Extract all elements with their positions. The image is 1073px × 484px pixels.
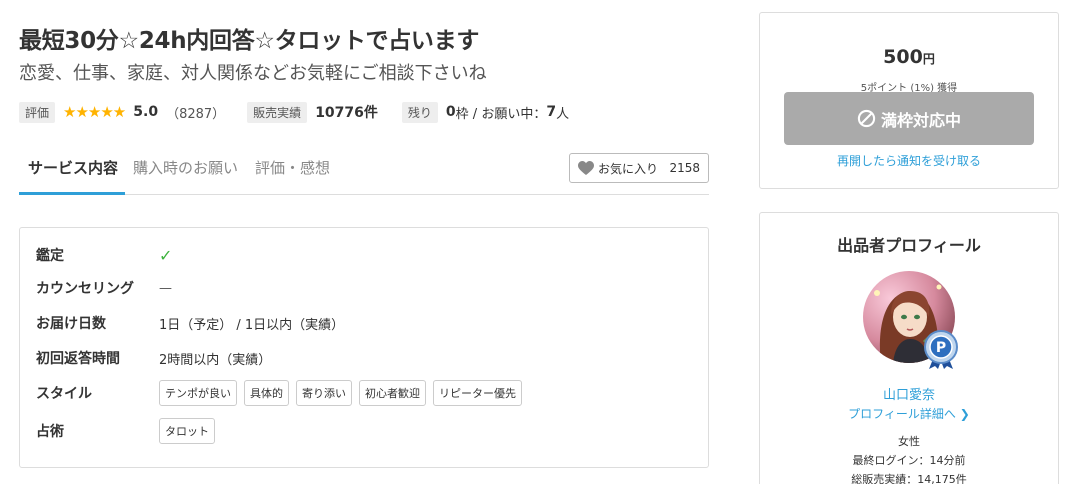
service-spec-table: 鑑定 ✓ カウンセリング — お届け日数 1日（予定） / 1日以内（実績） 初… bbox=[19, 227, 709, 468]
favorite-button[interactable]: お気に入り 2158 bbox=[569, 153, 709, 183]
review-count[interactable]: （8287） bbox=[166, 103, 225, 122]
active-tab-indicator bbox=[19, 192, 125, 195]
notify-reopen-link[interactable]: 再開したら通知を受け取る bbox=[760, 152, 1058, 169]
profile-detail-link[interactable]: プロフィール詳細へ ❯ bbox=[760, 405, 1058, 422]
spec-row-delivery: お届け日数 1日（予定） / 1日以内（実績） bbox=[36, 313, 344, 333]
heart-icon bbox=[578, 160, 594, 175]
price-value: 500 bbox=[883, 46, 923, 68]
service-meta: 評価 ★★★★★ 5.0 （8287） 販売実績 10776件 残り 0 枠 /… bbox=[19, 101, 569, 123]
seller-gender: 女性 bbox=[898, 435, 920, 448]
spec-label: 占術 bbox=[36, 424, 64, 440]
slots-unit: 枠 / お願い中： bbox=[455, 106, 547, 122]
rating-value: 5.0 bbox=[133, 104, 159, 120]
style-chip[interactable]: リピーター優先 bbox=[433, 380, 522, 406]
rating-stars-icon: ★★★★★ bbox=[63, 103, 126, 121]
method-chip[interactable]: タロット bbox=[159, 418, 215, 444]
style-chip[interactable]: 具体的 bbox=[244, 380, 289, 406]
requests-value: 7 bbox=[546, 104, 557, 120]
spec-row-first-response: 初回返答時間 2時間以内（実績） bbox=[36, 348, 271, 368]
slots-value: 0 bbox=[445, 104, 456, 120]
prohibited-icon bbox=[857, 109, 876, 128]
spec-row-counseling: カウンセリング — bbox=[36, 278, 172, 298]
spec-row-appraisal: 鑑定 ✓ bbox=[36, 245, 172, 265]
svg-text:P: P bbox=[936, 340, 946, 356]
favorite-label: お気に入り bbox=[598, 161, 659, 176]
full-capacity-label: 満枠対応中 bbox=[880, 110, 961, 130]
style-chips: テンポが良い 具体的 寄り添い 初心者歓迎 リピーター優先 bbox=[159, 380, 529, 406]
style-chip[interactable]: テンポが良い bbox=[159, 380, 237, 406]
remaining-tag: 残り bbox=[401, 101, 438, 123]
spec-label: スタイル bbox=[36, 386, 92, 402]
service-tabs: サービス内容 購入時のお願い 評価・感想 お気に入り 2158 bbox=[19, 148, 709, 195]
seller-total-sales: 総販売実績：14,175件 bbox=[851, 473, 967, 484]
tab-reviews[interactable]: 評価・感想 bbox=[255, 157, 330, 178]
seller-profile-box: 出品者プロフィール P 山口愛奈 プロフィール詳細へ ❯ 女性 最終ログイン：1… bbox=[759, 212, 1059, 484]
requests-unit: 人 bbox=[556, 106, 570, 122]
spec-value: — bbox=[159, 280, 172, 296]
purchase-box: 500円 5ポイント (1%) 獲得 満枠対応中 再開したら通知を受け取る bbox=[759, 12, 1059, 189]
rating-tag: 評価 bbox=[19, 101, 56, 123]
style-chip[interactable]: 寄り添い bbox=[296, 380, 352, 406]
seller-last-login: 最終ログイン：14分前 bbox=[852, 454, 966, 467]
style-chip[interactable]: 初心者歓迎 bbox=[359, 380, 426, 406]
spec-value: 2時間以内（実績） bbox=[159, 352, 272, 368]
spec-label: お届け日数 bbox=[36, 316, 106, 332]
spec-value: 1日（予定） / 1日以内（実績） bbox=[159, 317, 345, 333]
favorite-count: 2158 bbox=[669, 161, 700, 175]
profile-detail-label: プロフィール詳細へ bbox=[848, 407, 956, 421]
spec-label: カウンセリング bbox=[36, 281, 134, 297]
spec-label: 初回返答時間 bbox=[36, 351, 120, 367]
full-capacity-button[interactable]: 満枠対応中 bbox=[784, 92, 1034, 145]
sales-value: 10776件 bbox=[315, 105, 378, 121]
tab-service-content[interactable]: サービス内容 bbox=[28, 157, 118, 178]
spec-label: 鑑定 bbox=[36, 248, 64, 264]
service-title: 最短30分☆24h内回答☆タロットで占います bbox=[19, 28, 480, 54]
spec-row-method: 占術 タロット bbox=[36, 418, 222, 444]
pro-badge-icon: P bbox=[921, 329, 961, 369]
chevron-right-icon: ❯ bbox=[959, 407, 970, 421]
sales-tag: 販売実績 bbox=[247, 101, 308, 123]
price-currency: 円 bbox=[922, 52, 935, 66]
profile-title: 出品者プロフィール bbox=[837, 236, 981, 255]
method-chips: タロット bbox=[159, 418, 222, 444]
tab-purchase-requests[interactable]: 購入時のお願い bbox=[133, 157, 238, 178]
seller-name[interactable]: 山口愛奈 bbox=[760, 384, 1058, 403]
spec-row-style: スタイル テンポが良い 具体的 寄り添い 初心者歓迎 リピーター優先 bbox=[36, 380, 529, 406]
service-subtitle: 恋愛、仕事、家庭、対人関係などお気軽にご相談下さいね bbox=[19, 63, 487, 84]
price: 500円 bbox=[760, 46, 1058, 68]
check-icon: ✓ bbox=[159, 245, 173, 265]
